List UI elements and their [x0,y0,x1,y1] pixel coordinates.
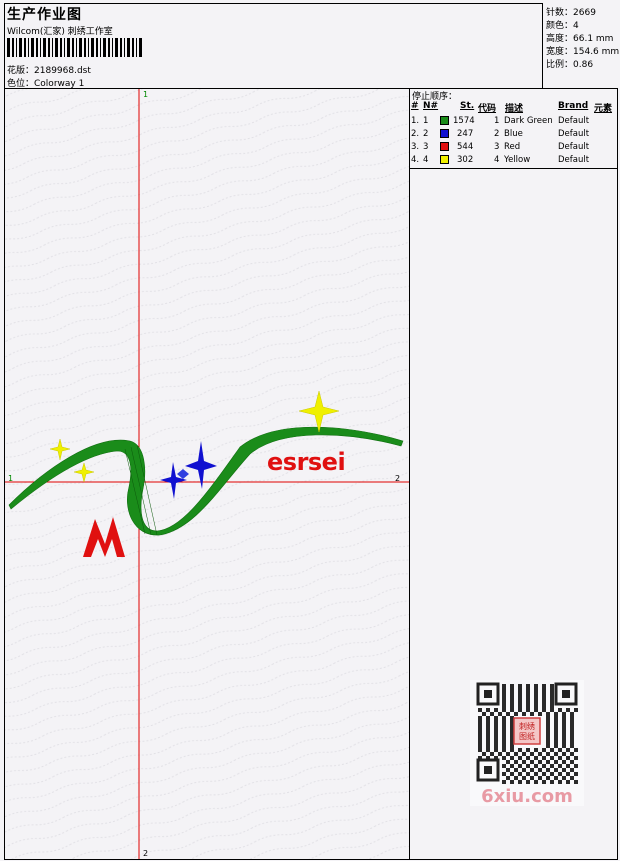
stop-sequence-panel: 停止顺序： # N# St. 代码 描述 Brand 元素 1. 1 1574 … [409,88,618,169]
axis-label-bottom: 2 [143,849,148,858]
axis-label-right: 2 [395,474,400,483]
col-header-code: 代码 [478,104,497,114]
axis-label-top: 1 [143,90,148,99]
axis-label-left: 1 [8,474,13,483]
design-canvas: 1 2 1 2 esrsei [4,88,410,860]
barcode [7,38,142,57]
company-name: Wilcom(汇家) 刺绣工作室 [7,27,113,37]
col-header-num: # [411,101,419,111]
color-swatch [440,155,449,164]
design-file-line: 花版：2189968.dst [7,63,91,76]
col-header-no: N# [423,101,439,111]
stat-height: 高度：66.1 mm [546,34,614,44]
color-swatch [440,129,449,138]
color-swatch [440,116,449,125]
stat-scale: 比例：0.86 [546,60,594,70]
color-swatch [440,142,449,151]
page-title: 生产作业图 [7,7,82,23]
embroidery-preview: 1 2 1 2 esrsei [5,89,409,859]
stat-width: 宽度：154.6 mm [546,47,620,57]
qr-watermark: 刺绣图纸 6xiu.com [470,680,584,807]
design-text: esrsei [267,448,345,476]
stats-box: 针数：2669 颜色：4 高度：66.1 mm 宽度：154.6 mm 比例：0… [542,3,620,89]
watermark-site: 6xiu.com [481,786,573,806]
col-header-element: 元素 [594,104,613,114]
fabric-texture [5,89,409,859]
stat-stitches: 针数：2669 [546,8,596,18]
col-header-desc: 描述 [505,104,524,114]
stat-colors: 颜色：4 [546,21,579,31]
col-header-brand: Brand [558,101,589,111]
design-file-label: 花版： [7,66,35,76]
design-file-name: 2189968.dst [34,66,91,76]
col-header-st: St. [460,101,475,111]
qr-code-icon: 刺绣图纸 6xiu.com [476,682,578,807]
